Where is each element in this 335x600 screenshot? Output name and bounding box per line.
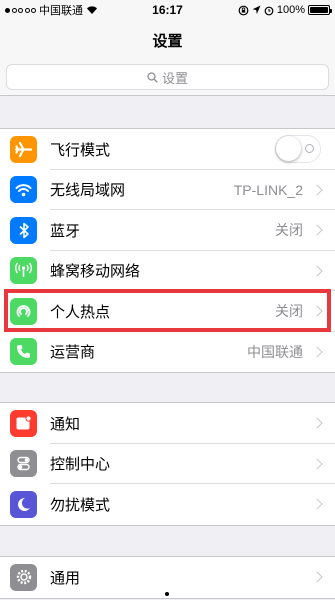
highlight-annotation bbox=[4, 289, 331, 332]
settings-row-carrier[interactable]: 运营商 中国联通 bbox=[0, 332, 335, 373]
moon-icon bbox=[10, 490, 37, 518]
gear-icon bbox=[10, 563, 37, 591]
chevron-right-icon bbox=[311, 184, 323, 196]
location-icon bbox=[252, 5, 261, 14]
row-label: 飞行模式 bbox=[50, 141, 111, 159]
settings-row-bluetooth[interactable]: 蓝牙 关闭 bbox=[0, 210, 335, 251]
page-title: 设置 bbox=[152, 32, 183, 50]
search-placeholder: 设置 bbox=[161, 70, 188, 86]
status-right: 100% bbox=[238, 0, 332, 20]
wifi-icon bbox=[10, 176, 37, 204]
page-indicator-dot bbox=[165, 592, 169, 596]
nav-bar: 设置 bbox=[0, 20, 335, 60]
control-center-icon bbox=[10, 450, 37, 478]
settings-group-system: 通知 控制中心 勿扰模式 bbox=[0, 402, 335, 526]
alarm-icon bbox=[264, 6, 274, 15]
battery-icon bbox=[308, 5, 332, 15]
chevron-right-icon bbox=[311, 458, 323, 470]
row-label: 蜂窝移动网络 bbox=[50, 263, 141, 281]
search-area: 设置 bbox=[0, 60, 335, 96]
row-label: 运营商 bbox=[50, 344, 96, 362]
chevron-right-icon bbox=[311, 265, 323, 277]
wifi-network-value: TP-LINK_2 bbox=[233, 181, 303, 198]
chevron-right-icon bbox=[311, 417, 323, 429]
row-label: 蓝牙 bbox=[50, 222, 81, 240]
status-bar: 中国联通 16:17 100% bbox=[0, 0, 335, 20]
chevron-right-icon bbox=[311, 498, 323, 510]
chevron-right-icon bbox=[311, 346, 323, 358]
row-label: 控制中心 bbox=[50, 456, 111, 474]
row-label: 无线局域网 bbox=[50, 182, 126, 200]
carrier-value: 中国联通 bbox=[247, 343, 303, 360]
row-label: 勿扰模式 bbox=[50, 496, 111, 514]
rotation-lock-icon bbox=[238, 5, 249, 15]
cellular-icon bbox=[10, 257, 37, 285]
settings-row-do-not-disturb[interactable]: 勿扰模式 bbox=[0, 484, 335, 525]
phone-icon bbox=[10, 338, 37, 366]
chevron-right-icon bbox=[311, 224, 323, 236]
settings-row-wifi[interactable]: 无线局域网 TP-LINK_2 bbox=[0, 170, 335, 210]
settings-row-notifications[interactable]: 通知 bbox=[0, 403, 335, 444]
row-label: 通知 bbox=[50, 415, 81, 433]
settings-row-airplane-mode[interactable]: 飞行模式 bbox=[0, 129, 335, 170]
search-input[interactable]: 设置 bbox=[6, 64, 329, 90]
airplane-mode-toggle[interactable] bbox=[275, 135, 321, 164]
notifications-icon bbox=[10, 409, 37, 437]
search-icon bbox=[147, 71, 158, 83]
settings-group-connectivity: 飞行模式 无线局域网 TP-LINK_2 蓝牙 关闭 蜂窝移动网络 个人热点 关… bbox=[0, 128, 335, 373]
toggle-off-indicator bbox=[305, 144, 314, 154]
bluetooth-icon bbox=[10, 216, 37, 244]
settings-row-cellular[interactable]: 蜂窝移动网络 bbox=[0, 251, 335, 291]
bluetooth-status-value: 关闭 bbox=[275, 222, 303, 239]
airplane-icon bbox=[10, 135, 37, 163]
chevron-right-icon bbox=[311, 571, 323, 583]
settings-row-control-center[interactable]: 控制中心 bbox=[0, 444, 335, 484]
battery-percent: 100% bbox=[276, 4, 305, 16]
toggle-knob bbox=[276, 136, 301, 162]
row-label: 通用 bbox=[50, 569, 81, 587]
